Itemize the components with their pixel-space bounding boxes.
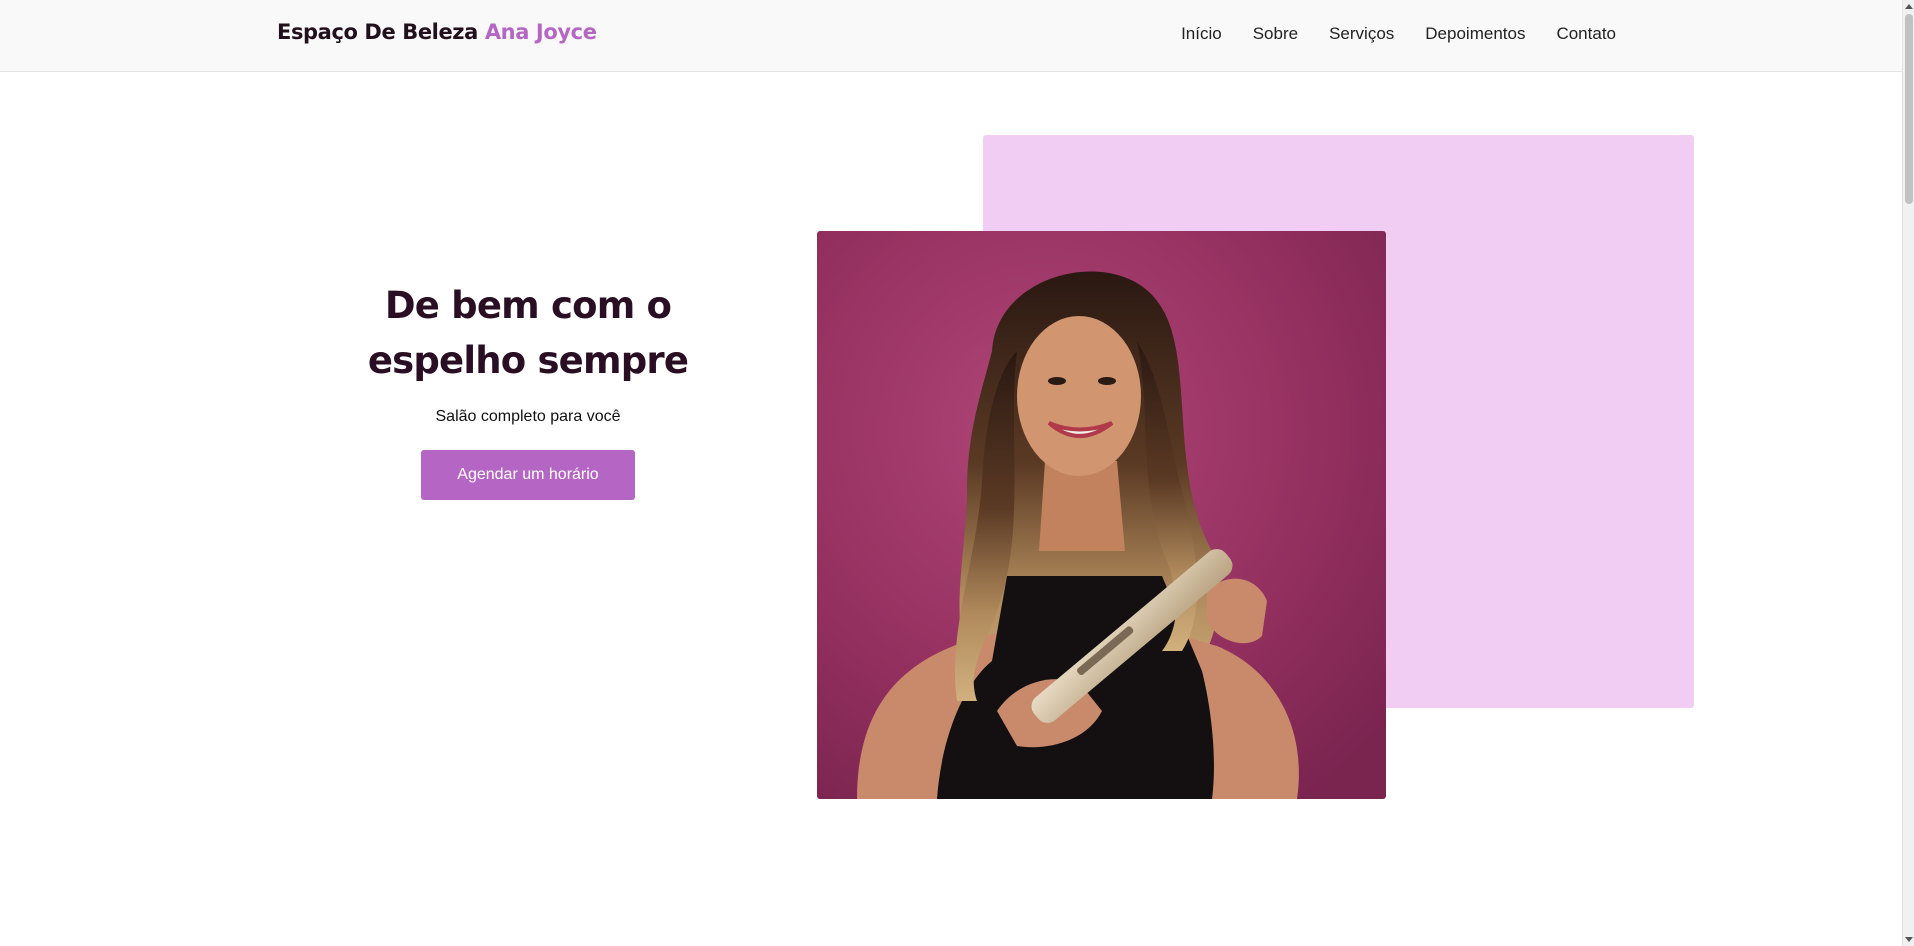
hero-subtitle: Salão completo para você <box>435 408 621 425</box>
nav-link-inicio[interactable]: Início <box>1181 24 1222 44</box>
page: Espaço De Beleza Ana Joyce Início Sobre … <box>0 0 1914 946</box>
woman-with-hair-straightener-photo <box>817 231 1386 799</box>
brand-name: Espaço De Beleza <box>277 20 478 44</box>
brand-logo[interactable]: Espaço De Beleza Ana Joyce <box>277 20 597 44</box>
site-header: Espaço De Beleza Ana Joyce Início Sobre … <box>0 0 1902 72</box>
hero-section: De bem com o espelho sempre Salão comple… <box>338 278 718 500</box>
main-nav: Início Sobre Serviços Depoimentos Contat… <box>1181 24 1616 44</box>
brand-name-accent: Ana Joyce <box>484 20 597 44</box>
hero-photo <box>817 231 1386 799</box>
nav-link-servicos[interactable]: Serviços <box>1329 24 1394 44</box>
hero-title-line-1: De bem com o <box>384 284 672 327</box>
nav-link-depoimentos[interactable]: Depoimentos <box>1425 24 1525 44</box>
scroll-thumb[interactable] <box>1905 14 1913 204</box>
page-scrollbar[interactable] <box>1902 0 1914 946</box>
hero-title-line-2: espelho sempre <box>367 339 689 382</box>
scroll-down-arrow-icon[interactable] <box>1905 937 1913 942</box>
schedule-button[interactable]: Agendar um horário <box>421 450 635 500</box>
hero-title: De bem com o espelho sempre <box>338 278 718 388</box>
nav-link-sobre[interactable]: Sobre <box>1253 24 1298 44</box>
scroll-up-arrow-icon[interactable] <box>1905 4 1913 9</box>
nav-link-contato[interactable]: Contato <box>1556 24 1616 44</box>
